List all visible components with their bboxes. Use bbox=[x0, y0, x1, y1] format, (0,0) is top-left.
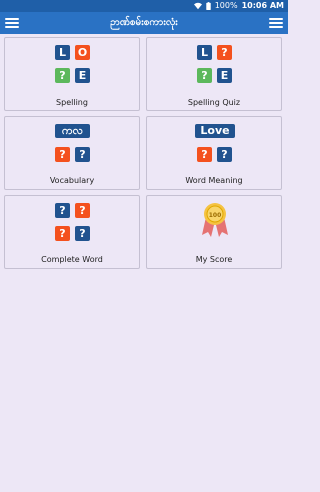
letter-tile: E bbox=[75, 68, 90, 83]
vocabulary-card[interactable]: ကလ ? ? Vocabulary bbox=[4, 116, 140, 190]
spelling-card[interactable]: L O ? E Spelling bbox=[4, 37, 140, 111]
my-score-card[interactable]: 100 My Score bbox=[146, 195, 282, 269]
menu-icon[interactable] bbox=[269, 16, 283, 30]
letter-tile: ? bbox=[197, 147, 212, 162]
status-bar: 100% 10:06 AM bbox=[0, 0, 288, 12]
letter-tile: O bbox=[75, 45, 90, 60]
letter-tile: ? bbox=[197, 68, 212, 83]
spelling-quiz-card[interactable]: L ? ? E Spelling Quiz bbox=[146, 37, 282, 111]
card-label: Vocabulary bbox=[49, 176, 95, 185]
word-banner: ကလ bbox=[55, 124, 90, 138]
letter-tile: ? bbox=[75, 203, 90, 218]
word-meaning-card[interactable]: Love ? ? Word Meaning bbox=[146, 116, 282, 190]
letter-tile: ? bbox=[217, 45, 232, 60]
app-title: ဉာဏ်စမ်းစကားလုံး bbox=[110, 17, 178, 28]
word-banner: Love bbox=[195, 124, 235, 138]
card-label: Word Meaning bbox=[185, 176, 243, 185]
letter-tile: ? bbox=[55, 147, 70, 162]
letter-tile: ? bbox=[75, 226, 90, 241]
status-time: 10:06 AM bbox=[241, 1, 284, 10]
card-label: My Score bbox=[195, 255, 233, 264]
card-label: Spelling bbox=[56, 98, 88, 107]
letter-tile: ? bbox=[55, 203, 70, 218]
medal-icon: 100 bbox=[199, 201, 231, 245]
app-bar: ဉာဏ်စမ်းစကားလုံး bbox=[0, 12, 288, 34]
letter-tile: E bbox=[217, 68, 232, 83]
wifi-icon bbox=[193, 2, 202, 10]
complete-word-card[interactable]: ? ? ? ? Complete Word bbox=[4, 195, 140, 269]
letter-tile: ? bbox=[75, 147, 90, 162]
card-label: Complete Word bbox=[41, 255, 103, 264]
letter-tile: L bbox=[197, 45, 212, 60]
medal-text: 100 bbox=[209, 212, 222, 219]
battery-icon bbox=[205, 2, 211, 10]
battery-percent: 100% bbox=[214, 1, 238, 10]
letter-tile: L bbox=[55, 45, 70, 60]
letter-tile: ? bbox=[55, 68, 70, 83]
letter-tile: ? bbox=[217, 147, 232, 162]
card-label: Spelling Quiz bbox=[187, 98, 241, 107]
letter-tile: ? bbox=[55, 226, 70, 241]
